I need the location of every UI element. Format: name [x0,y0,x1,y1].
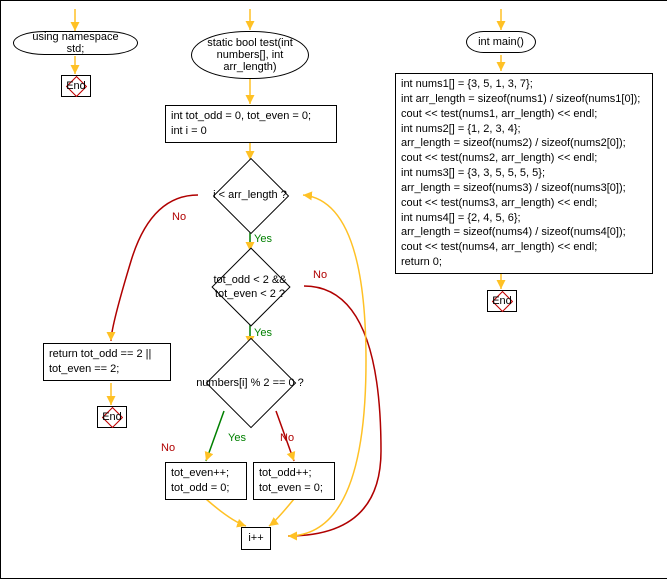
cond-totals-shape [211,247,290,326]
end-label: End [102,411,122,423]
return-block: return tot_odd == 2 || tot_even == 2; [43,343,171,381]
odd-block: tot_odd++; tot_even = 0; [253,462,335,500]
namespace-end-node: End [61,75,91,97]
yes-label: Yes [254,233,272,245]
cond-loop-shape [213,158,289,234]
init-block: int tot_odd = 0, tot_even = 0; int i = 0 [165,105,337,143]
no-label: No [161,442,175,454]
even-block: tot_even++; tot_odd = 0; [165,462,247,500]
func-end-node: End [97,406,127,428]
namespace-node: using namespace std; [13,31,138,55]
yes-label: Yes [228,432,246,444]
no-label: No [313,269,327,281]
end-label: End [492,295,512,307]
cond-mod-shape [206,338,297,429]
inc-block: i++ [241,527,271,550]
flowchart-canvas: using namespace std; End static bool tes… [0,0,667,579]
yes-label: Yes [254,327,272,339]
no-label: No [172,211,186,223]
end-label: End [66,80,86,92]
main-end-node: End [487,290,517,312]
main-sig-node: int main() [466,31,536,53]
no-label: No [280,432,294,444]
main-body-block: int nums1[] = {3, 5, 1, 3, 7}; int arr_l… [395,73,653,274]
func-sig-node: static bool test(int numbers[], int arr_… [191,31,309,79]
